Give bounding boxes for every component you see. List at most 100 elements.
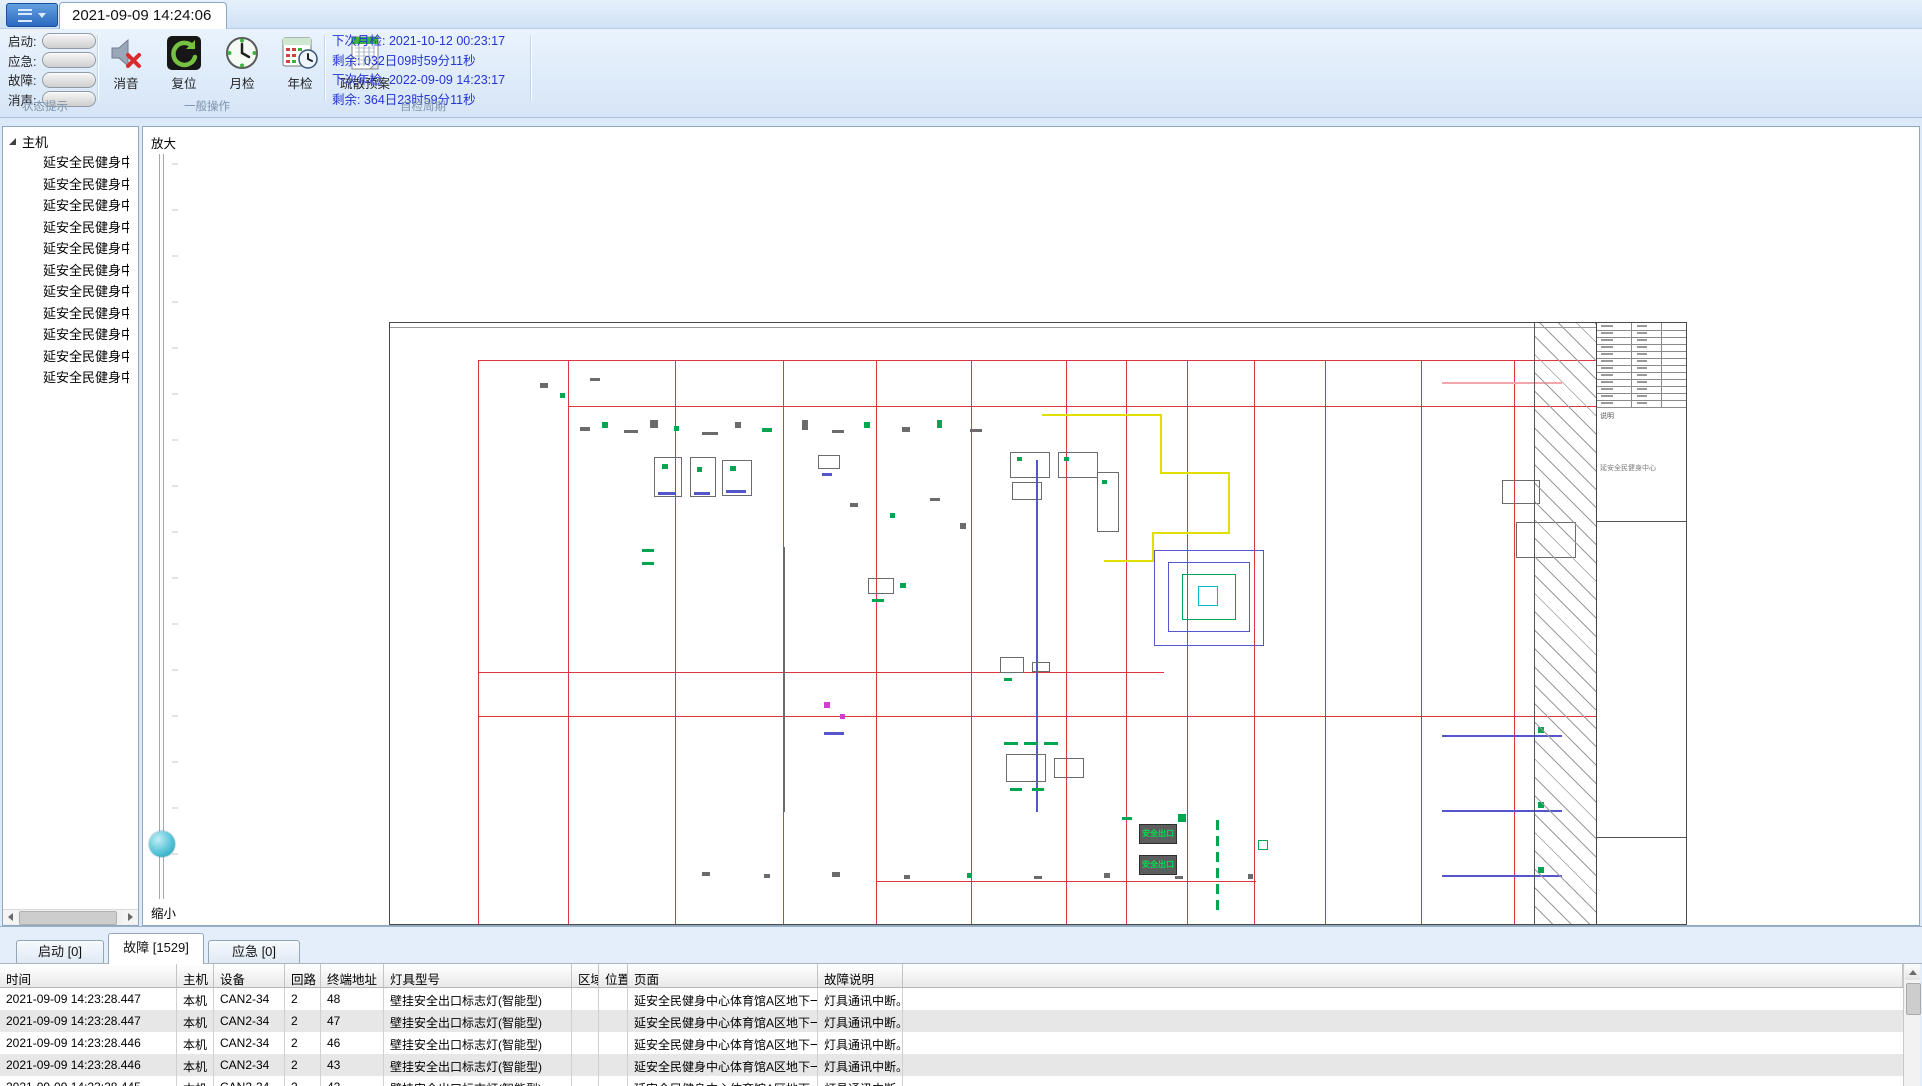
cad-symbol bbox=[1042, 414, 1162, 416]
mute-icon bbox=[108, 35, 144, 71]
monthly-check-icon bbox=[224, 35, 260, 71]
scrollbar-thumb[interactable] bbox=[1906, 983, 1921, 1015]
cad-symbol bbox=[702, 432, 718, 435]
scroll-right-arrow[interactable] bbox=[123, 910, 138, 924]
scroll-left-arrow[interactable] bbox=[3, 910, 18, 924]
reset-button[interactable]: 复位 bbox=[162, 33, 206, 94]
selfcheck-line: 下次月检: 2021-10-12 00:23:17 bbox=[332, 32, 505, 52]
tree-item-host[interactable]: 延安全民健身中 bbox=[3, 281, 129, 303]
cad-symbol bbox=[1216, 820, 1219, 830]
cad-symbol bbox=[694, 492, 710, 495]
table-vertical-scrollbar[interactable] bbox=[1903, 964, 1920, 1086]
slider-tick bbox=[172, 715, 178, 717]
tree-item-host[interactable]: 延安全民健身中 bbox=[3, 195, 129, 217]
selfcheck-line: 下次年检: 2022-09-09 14:23:17 bbox=[332, 71, 505, 91]
group-separator bbox=[324, 35, 326, 101]
cad-symbol bbox=[1160, 414, 1162, 474]
tree-item-host[interactable]: 延安全民健身中 bbox=[3, 346, 129, 368]
table-cell: 47 bbox=[321, 1010, 384, 1032]
tree-item-host[interactable]: 延安全民健身中 bbox=[3, 217, 129, 239]
scroll-up-arrow[interactable] bbox=[1905, 964, 1920, 980]
table-cell bbox=[572, 1032, 599, 1054]
cad-symbol bbox=[658, 492, 676, 495]
title-block-divider bbox=[1597, 837, 1686, 838]
column-header[interactable]: 故障说明 bbox=[818, 964, 903, 987]
title-block-text-mark bbox=[1601, 367, 1613, 369]
annual-check-button[interactable]: 年检 bbox=[278, 33, 322, 94]
tree-root-host[interactable]: 主机 bbox=[9, 132, 48, 151]
table-cell: 本机 bbox=[177, 988, 214, 1010]
cad-symbol bbox=[1178, 814, 1186, 822]
cad-symbol bbox=[864, 422, 870, 428]
table-cell: 2021-09-09 14:23:28.445 bbox=[0, 1076, 177, 1086]
main-tab[interactable]: 2021-09-09 14:24:06 bbox=[59, 2, 227, 29]
cad-symbol bbox=[1102, 480, 1107, 484]
cad-symbol bbox=[902, 427, 910, 432]
table-row[interactable]: 2021-09-09 14:23:28.445本机CAN2-34242壁挂安全出… bbox=[0, 1076, 1903, 1086]
column-header[interactable]: 区域 bbox=[572, 964, 599, 987]
column-header[interactable]: 页面 bbox=[628, 964, 818, 987]
cad-symbol bbox=[1032, 788, 1044, 791]
cad-symbol bbox=[937, 420, 942, 428]
column-header[interactable]: 回路 bbox=[285, 964, 321, 987]
slider-tick bbox=[172, 209, 178, 211]
table-cell bbox=[572, 1076, 599, 1086]
title-bar: 2021-09-09 14:24:06 bbox=[0, 0, 1922, 28]
device-tree-panel: 主机 延安全民健身中延安全民健身中延安全民健身中延安全民健身中延安全民健身中延安… bbox=[2, 126, 139, 926]
table-cell: 2 bbox=[285, 1054, 321, 1076]
table-cell: 43 bbox=[321, 1054, 384, 1076]
floorplan-canvas-panel[interactable]: 放大 缩小 说明 延安全民健身中心 安全出口 安全出口 bbox=[142, 126, 1920, 926]
cad-symbol bbox=[824, 732, 844, 735]
title-block-text-mark bbox=[1637, 388, 1647, 390]
table-row[interactable]: 2021-09-09 14:23:28.447本机CAN2-34248壁挂安全出… bbox=[0, 988, 1903, 1010]
mute-button[interactable]: 消音 bbox=[104, 33, 148, 94]
monthly-check-button[interactable]: 月检 bbox=[220, 33, 264, 94]
tree-item-host[interactable]: 延安全民健身中 bbox=[3, 260, 129, 282]
table-row[interactable]: 2021-09-09 14:23:28.446本机CAN2-34243壁挂安全出… bbox=[0, 1054, 1903, 1076]
exit-sign: 安全出口 bbox=[1139, 855, 1177, 875]
slider-tick bbox=[172, 255, 178, 257]
cad-symbol bbox=[1006, 754, 1046, 782]
tab-fault[interactable]: 故障 [1529] bbox=[108, 933, 204, 964]
scrollbar-thumb[interactable] bbox=[19, 911, 117, 925]
column-header[interactable]: 终端地址 bbox=[321, 964, 384, 987]
tree-item-host[interactable]: 延安全民健身中 bbox=[3, 367, 129, 389]
selfcheck-group-label: 自检周期 bbox=[400, 98, 446, 114]
cad-grid-line-h bbox=[478, 672, 1164, 673]
zoom-in-label[interactable]: 放大 bbox=[151, 133, 176, 152]
column-header[interactable]: 灯具型号 bbox=[384, 964, 572, 987]
sidebar-horizontal-scrollbar[interactable] bbox=[3, 909, 138, 925]
table-row[interactable]: 2021-09-09 14:23:28.446本机CAN2-34246壁挂安全出… bbox=[0, 1032, 1903, 1054]
tree-item-host[interactable]: 延安全民健身中 bbox=[3, 238, 129, 260]
table-cell: CAN2-34 bbox=[214, 1010, 285, 1032]
table-row[interactable]: 2021-09-09 14:23:28.447本机CAN2-34247壁挂安全出… bbox=[0, 1010, 1903, 1032]
slider-tick bbox=[172, 623, 178, 625]
zoom-out-label[interactable]: 缩小 bbox=[151, 903, 176, 922]
table-cell: 2 bbox=[285, 988, 321, 1010]
tree-item-host[interactable]: 延安全民健身中 bbox=[3, 324, 129, 346]
tree-items: 延安全民健身中延安全民健身中延安全民健身中延安全民健身中延安全民健身中延安全民健… bbox=[3, 152, 137, 389]
title-block-line bbox=[1597, 386, 1686, 387]
app-menu-button[interactable] bbox=[6, 3, 58, 27]
tree-item-host[interactable]: 延安全民健身中 bbox=[3, 152, 129, 174]
table-cell: CAN2-34 bbox=[214, 1076, 285, 1086]
cad-symbol bbox=[1032, 662, 1050, 672]
title-block-line bbox=[1597, 330, 1686, 331]
zoom-slider-track[interactable] bbox=[159, 154, 164, 899]
column-header[interactable]: 设备 bbox=[214, 964, 285, 987]
column-header[interactable]: 位置 bbox=[599, 964, 628, 987]
cad-symbol bbox=[1058, 452, 1098, 478]
slider-tick bbox=[172, 669, 178, 671]
column-header[interactable]: 时间 bbox=[0, 964, 177, 987]
title-block-line bbox=[1661, 323, 1662, 407]
cad-grid-line-v bbox=[971, 360, 972, 924]
tab-emergency[interactable]: 应急 [0] bbox=[208, 940, 300, 963]
title-block-line bbox=[1597, 407, 1686, 408]
table-cell: 壁挂安全出口标志灯(智能型) bbox=[384, 1010, 572, 1032]
tree-item-host[interactable]: 延安全民健身中 bbox=[3, 303, 129, 325]
status-label: 故障: bbox=[8, 70, 42, 89]
column-header[interactable]: 主机 bbox=[177, 964, 214, 987]
zoom-slider-knob[interactable] bbox=[149, 831, 175, 857]
tab-start[interactable]: 启动 [0] bbox=[16, 940, 104, 963]
tree-item-host[interactable]: 延安全民健身中 bbox=[3, 174, 129, 196]
